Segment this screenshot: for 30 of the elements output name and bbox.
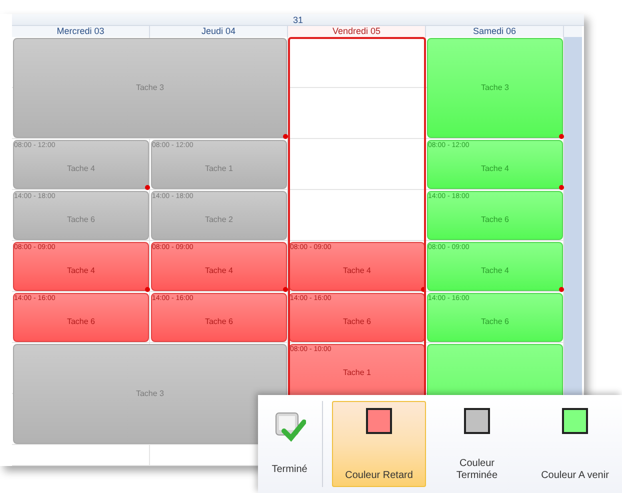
day-header[interactable]: Mercredi 03 bbox=[12, 26, 150, 37]
color-button[interactable]: Couleur Terminée bbox=[430, 401, 524, 487]
event-title: Tache 6 bbox=[204, 317, 234, 327]
event-title: Tache 2 bbox=[204, 215, 234, 225]
day-header[interactable]: Vendredi 05 bbox=[288, 26, 426, 37]
event-title: Tache 4 bbox=[66, 266, 96, 276]
event-title: Tache 1 bbox=[204, 164, 234, 174]
event-title: Tache 6 bbox=[66, 317, 96, 327]
event-title: Tache 4 bbox=[480, 164, 510, 174]
color-button[interactable]: Couleur Retard bbox=[332, 401, 426, 487]
event-title: Tache 4 bbox=[480, 266, 510, 276]
day-header[interactable]: Jeudi 04 bbox=[150, 26, 288, 37]
event-title: Tache 4 bbox=[342, 266, 372, 276]
event-title: Tache 6 bbox=[480, 215, 510, 225]
event-title: Tache 6 bbox=[480, 317, 510, 327]
event-title: Tache 6 bbox=[66, 215, 96, 225]
event-title: Tache 3 bbox=[136, 83, 164, 93]
event-block[interactable]: Tache 3 bbox=[13, 38, 287, 138]
event-title: Tache 3 bbox=[480, 83, 510, 93]
day-header[interactable]: Samedi 06 bbox=[426, 26, 564, 37]
event-title: Tache 1 bbox=[342, 368, 372, 378]
checkmark-box-icon bbox=[274, 411, 306, 443]
event-block[interactable]: Tache 3 bbox=[13, 344, 287, 444]
event-block[interactable]: Tache 3 bbox=[427, 38, 563, 138]
week-number: 31 bbox=[12, 14, 584, 26]
event-title: Tache 4 bbox=[66, 164, 96, 174]
event-title: Tache 3 bbox=[136, 389, 164, 399]
event-title: Tache 6 bbox=[342, 317, 372, 327]
event-title: Tache 4 bbox=[204, 266, 234, 276]
color-button[interactable]: Couleur A venir bbox=[528, 401, 622, 487]
